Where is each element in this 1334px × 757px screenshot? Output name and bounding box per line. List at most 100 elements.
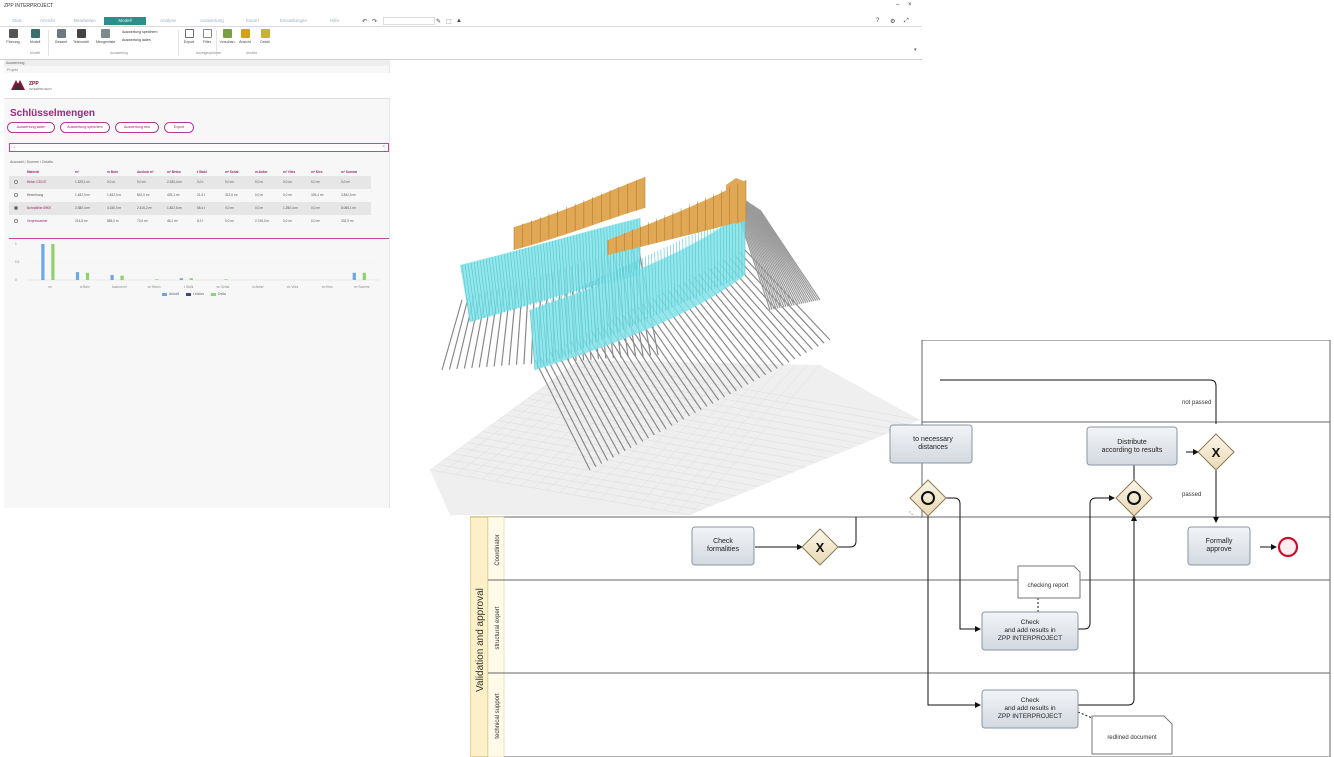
bar-delta[interactable] [85,272,90,280]
ribbon-collapse-icon[interactable]: ▾ [914,47,917,53]
data-object-checking-report[interactable] [1017,565,1081,599]
redo-icon[interactable]: ↷ [372,18,377,25]
section-divider [9,238,389,239]
ribbon-button-teilmodell[interactable]: Teilmodell [72,29,90,44]
save-evaluation-button[interactable]: Auswertung speichern [60,122,110,133]
ribbon-button-gesamt[interactable]: Gesamt [52,29,70,44]
ribbon-group-label: Modell [30,51,40,55]
legend-swatch [162,292,167,296]
row-radio[interactable] [14,206,18,210]
detail-icon [260,29,270,38]
column-header[interactable]: Aushub m³ [137,170,154,174]
table-cell: 0,0 m [255,180,263,184]
select-icon[interactable]: ⬚ [446,18,452,25]
task-distribute[interactable] [1086,426,1178,466]
close-button[interactable]: × [908,2,912,8]
tab-auswertung[interactable]: Auswertung [196,17,228,25]
command-search-input[interactable] [383,17,435,25]
legend-item[interactable]: Delta [211,292,226,296]
column-header[interactable]: m Anker [255,170,268,174]
legend-item[interactable]: Letztes [186,292,204,296]
ribbon-button-filter[interactable]: Filter [198,29,216,44]
quantity-bar-chart: 10,50 m³ m Bohr Aushub m³ m³ Beton t Stahl m²… [15,242,379,289]
row-radio[interactable] [14,180,18,184]
ribbon-button-mengenliste[interactable]: Mengenliste [96,29,115,44]
lane-label-structural-expert: structural expert [495,606,501,649]
logo-area: ZPP INTERPROJECT [4,73,390,99]
bar-aktuell[interactable] [179,278,183,280]
table-row[interactable]: Verpressanker 214,8 m³ 865,0 m 72,0 m³ 4… [9,215,371,228]
triangle-icon[interactable]: ▲ [456,18,462,24]
ribbon-button-ansicht[interactable]: Ansicht [236,29,254,44]
table-row-selected[interactable]: Bohrpfähle Ø900 2.380,4 m³ 4.150,0 m 2.4… [9,202,371,215]
tab-analyse[interactable]: Analyse [156,17,180,25]
teilmodell-icon [76,29,86,38]
help-icon[interactable]: ? [876,18,879,24]
expand-icon[interactable]: ⤢ [904,18,909,25]
ribbon-button-modell[interactable]: Modell [26,29,44,44]
table-cell: 842,0 m³ [137,193,150,197]
x-axis: m³ m Bohr Aushub m³ m³ Beton t Stahl m² Schal… [48,285,369,289]
tab-bearbeiten[interactable]: Bearbeiten [70,17,100,25]
filter-input[interactable]: ⌄ × [9,143,389,152]
bar-delta[interactable] [51,244,55,280]
table-cell: 0,0 m³ [311,206,321,210]
table-header-row: Material m³ m Bohr Aushub m³ m³ Beton t … [9,168,371,176]
column-header[interactable]: Material [27,170,39,174]
table-cell: 0,0 m² [283,193,293,197]
pen-icon[interactable]: ✎ [436,18,441,25]
gateway-x-icon: X [1212,445,1221,460]
bar-delta[interactable] [120,275,124,280]
new-evaluation-button[interactable]: Auswertung neu [115,122,159,133]
planung-icon [8,29,18,38]
tab-start[interactable]: Start [8,17,26,25]
bar-aktuell[interactable] [75,272,80,280]
table-cell: 1.822,5 m³ [167,206,183,210]
column-header[interactable]: m³ Kies [311,170,323,174]
table-cell: 2.180,4 m³ [167,180,183,184]
row-radio[interactable] [14,193,18,197]
tab-hilfe[interactable]: Hilfe [326,17,343,25]
table-cell: 2.416,2 m³ [137,206,153,210]
bar-aktuell[interactable] [41,244,45,280]
redlined-document-label: redlined document [1107,735,1157,741]
row-radio[interactable] [14,219,18,223]
tab-export[interactable]: Export [242,17,263,25]
clear-icon[interactable]: × [382,144,385,150]
column-header[interactable]: m Bohr [107,170,118,174]
table-row[interactable]: Beton C30/37 1.325,1 m³ 0,0 m 0,0 m³ 2.1… [9,176,371,189]
load-evaluation-button[interactable]: Auswertung laden [7,122,55,133]
settings-icon[interactable]: ⚙ [890,18,895,25]
bar-aktuell[interactable] [352,272,356,280]
ansicht-icon [240,29,250,38]
bar-delta[interactable] [155,279,159,280]
bar-delta[interactable] [362,272,366,280]
table-row[interactable]: Bewehrung 1.482,0 m³ 1.842,0 m 842,0 m³ … [9,189,371,202]
end-event-icon[interactable] [1277,536,1299,558]
tab-einstellungen[interactable]: Einstellungen [276,17,311,25]
bar-delta[interactable] [224,279,228,280]
tab-ansicht[interactable]: Ansicht [36,17,59,25]
ribbon-button-detail[interactable]: Detail [256,29,274,44]
column-header[interactable]: m³ Beton [167,170,181,174]
ribbon-button-export[interactable]: Export [180,29,198,44]
bar-delta[interactable] [189,278,193,280]
minimize-button[interactable]: – [896,2,899,8]
undo-icon[interactable]: ↶ [362,18,367,25]
column-header[interactable]: m² Schal. [225,170,239,174]
column-header[interactable]: m² Vlies [283,170,295,174]
column-header[interactable]: t Stahl [197,170,207,174]
table-cell: 0,0 m² [225,219,235,223]
ribbon-button-vorschau[interactable]: Vorschau [218,29,236,44]
bar-aktuell[interactable] [110,274,114,280]
ribbon-button-planung[interactable]: Planung [4,29,22,44]
export-button[interactable]: Export [164,122,194,133]
composite-screenshot: ZPP INTERPROJECT – × Start Ansicht Bearb… [0,0,1334,757]
table-cell: 4.150,0 m [107,206,122,210]
ribbon-wide-save[interactable]: Auswertung speichern [122,30,158,34]
tab-modell[interactable]: Modell [104,17,146,25]
column-header[interactable]: m³ [75,170,79,174]
legend-item[interactable]: Aktuell [162,292,179,296]
ribbon-wide-load[interactable]: Auswertung laden [122,38,151,42]
column-header[interactable]: m³ Summe [341,170,357,174]
